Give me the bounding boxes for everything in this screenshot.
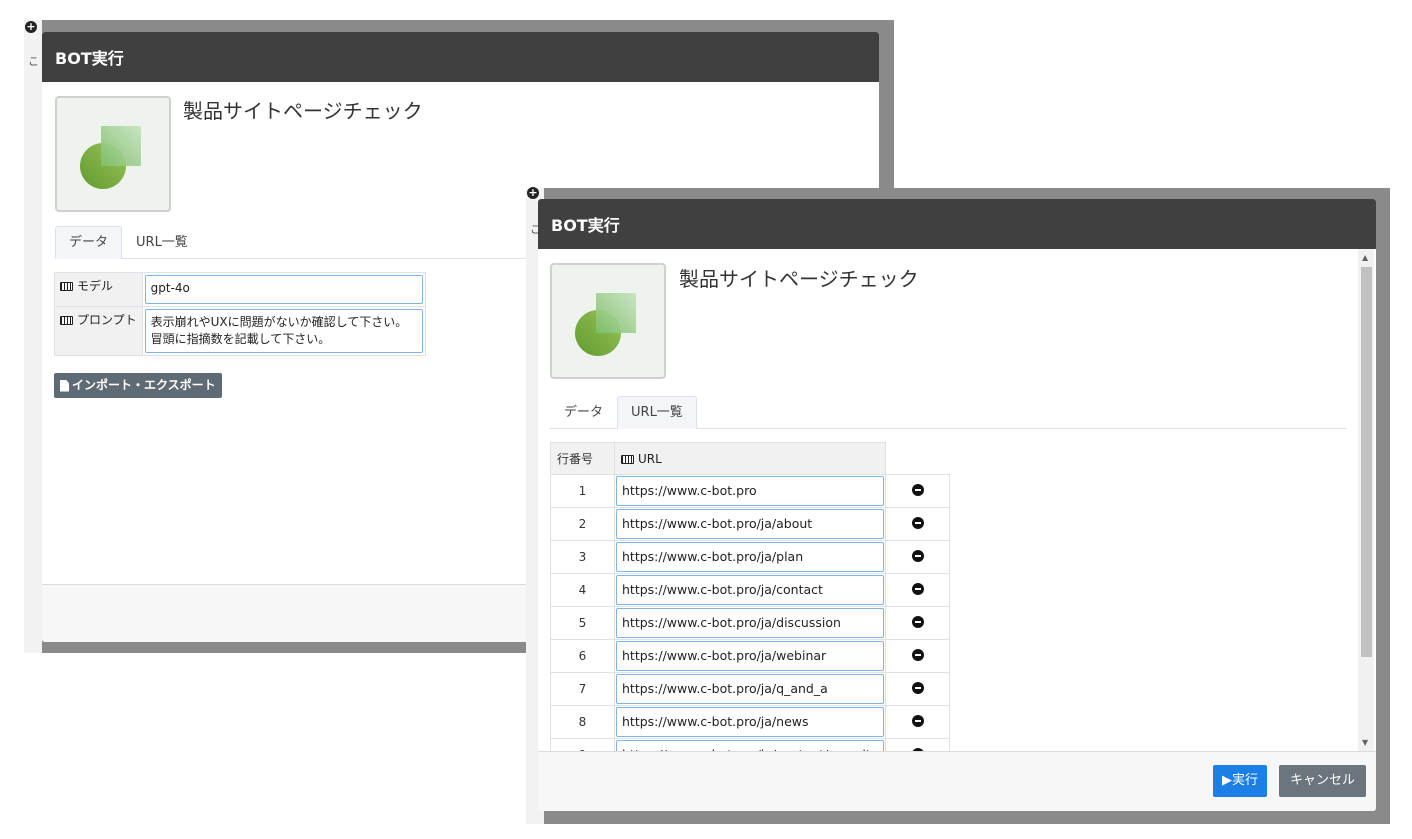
modal-title: BOT実行 (42, 32, 879, 82)
remove-row-icon[interactable] (911, 483, 924, 496)
keyboard-icon (60, 316, 73, 325)
remove-row-cell (885, 705, 951, 739)
url-input[interactable]: https://www.c-bot.pro/ja/about (616, 509, 885, 539)
url-cell: https://www.c-bot.pro/ja/plan (613, 540, 887, 574)
col-row-number: 行番号 (550, 442, 615, 475)
url-cell: https://www.c-bot.pro/ja/q_and_a (613, 672, 887, 706)
row-number: 4 (550, 573, 615, 607)
cancel-button[interactable]: キャンセル (1279, 765, 1367, 797)
keyboard-icon (621, 454, 634, 464)
bot-logo-icon (80, 126, 141, 189)
prompt-textarea[interactable]: 表示崩れやUXに問題がないか確認して下さい。 冒頭に指摘数を記載して下さい。 (144, 309, 423, 353)
bot-name: 製品サイトページチェック (679, 267, 919, 291)
col-url: URL (613, 442, 887, 475)
remove-row-icon[interactable] (911, 615, 924, 628)
remove-row-icon[interactable] (911, 714, 924, 727)
model-label: モデル (54, 272, 143, 307)
remove-row-icon[interactable] (911, 549, 924, 562)
remove-row-icon[interactable] (911, 516, 924, 529)
url-input[interactable]: https://www.c-bot.pro/ja/plan (616, 542, 885, 572)
tab-url-list[interactable]: URL一覧 (122, 226, 202, 258)
tab-data[interactable]: データ (550, 396, 617, 428)
remove-row-cell (885, 474, 951, 508)
row-number: 8 (550, 705, 615, 739)
table-row: 1 https://www.c-bot.pro (550, 474, 951, 508)
bot-thumbnail (55, 96, 171, 212)
url-cell: https://www.c-bot.pro (613, 474, 887, 508)
modal-title: BOT実行 (538, 199, 1376, 249)
row-number: 5 (550, 606, 615, 640)
table-row: 2 https://www.c-bot.pro/ja/about (550, 507, 951, 541)
remove-row-cell (885, 507, 951, 541)
url-cell: https://www.c-bot.pro/ja/discussion (613, 606, 887, 640)
url-cell: https://www.c-bot.pro/ja/contact (613, 573, 887, 607)
row-number: 2 (550, 507, 615, 541)
data-form: モデル gpt-4o プロンプト 表示崩れやUXに問題がないか確認して下さい。 … (54, 272, 426, 356)
bot-thumbnail (550, 263, 666, 379)
side-glyph: こ (28, 55, 39, 68)
remove-row-icon[interactable] (911, 648, 924, 661)
url-input[interactable]: https://www.c-bot.pro (616, 476, 885, 506)
url-input[interactable]: https://www.c-bot.pro/ja/webinar (616, 641, 885, 671)
row-number: 6 (550, 639, 615, 673)
table-row: 7 https://www.c-bot.pro/ja/q_and_a (550, 672, 951, 706)
import-export-button[interactable]: インポート・エクスポート (54, 373, 222, 398)
bot-name: 製品サイトページチェック (183, 99, 423, 123)
url-input[interactable]: https://www.c-bot.pro/ja/news (616, 707, 885, 737)
url-input[interactable]: https://www.c-bot.pro/ja/contact (616, 575, 885, 605)
remove-row-cell (885, 672, 951, 706)
run-button[interactable]: ▶実行 (1213, 765, 1267, 797)
remove-row-cell (885, 606, 951, 640)
table-row: 5 https://www.c-bot.pro/ja/discussion (550, 606, 951, 640)
remove-row-cell (885, 540, 951, 574)
keyboard-icon (60, 282, 73, 291)
table-row: 8 https://www.c-bot.pro/ja/news (550, 705, 951, 739)
row-number: 1 (550, 474, 615, 508)
table-header: 行番号 URL (550, 442, 950, 475)
model-cell: gpt-4o (141, 272, 426, 307)
url-cell: https://www.c-bot.pro/ja/about (613, 507, 887, 541)
add-circle-icon[interactable]: + (25, 21, 37, 33)
prompt-cell: 表示崩れやUXに問題がないか確認して下さい。 冒頭に指摘数を記載して下さい。 (141, 306, 426, 356)
document-icon (60, 379, 69, 392)
scroll-up-arrow[interactable]: ▲ (1362, 253, 1368, 262)
scrollbar-thumb[interactable] (1361, 267, 1372, 657)
remove-row-icon[interactable] (911, 582, 924, 595)
url-cell: https://www.c-bot.pro/ja/webinar (613, 639, 887, 673)
table-row: 3 https://www.c-bot.pro/ja/plan (550, 540, 951, 574)
url-input[interactable]: https://www.c-bot.pro/ja/discussion (616, 608, 885, 638)
remove-row-cell (885, 639, 951, 673)
url-table: 行番号 URL 1 https://www.c-bot.pro 2 https://w… (550, 442, 951, 772)
add-circle-icon[interactable]: + (527, 187, 539, 199)
model-input[interactable]: gpt-4o (144, 275, 423, 304)
tab-data[interactable]: データ (55, 226, 123, 259)
side-strip (24, 20, 42, 653)
url-input[interactable]: https://www.c-bot.pro/ja/q_and_a (616, 674, 885, 704)
modal-footer: ▶実行 キャンセル (538, 751, 1376, 811)
scroll-down-arrow[interactable]: ▼ (1362, 738, 1368, 747)
remove-row-icon[interactable] (911, 681, 924, 694)
scrollbar[interactable]: ▲ ▼ (1358, 249, 1374, 751)
front-modal: BOT実行 製品サイトページチェック データ URL一覧 行番号 URL 1 h… (538, 199, 1376, 811)
prompt-label: プロンプト (54, 306, 143, 356)
tab-url-list[interactable]: URL一覧 (617, 396, 697, 429)
table-row: 4 https://www.c-bot.pro/ja/contact (550, 573, 951, 607)
url-cell: https://www.c-bot.pro/ja/news (613, 705, 887, 739)
bot-logo-icon (575, 293, 636, 356)
remove-row-cell (885, 573, 951, 607)
row-number: 7 (550, 672, 615, 706)
table-row: 6 https://www.c-bot.pro/ja/webinar (550, 639, 951, 673)
tab-bar: データ URL一覧 (550, 396, 1346, 429)
row-number: 3 (550, 540, 615, 574)
